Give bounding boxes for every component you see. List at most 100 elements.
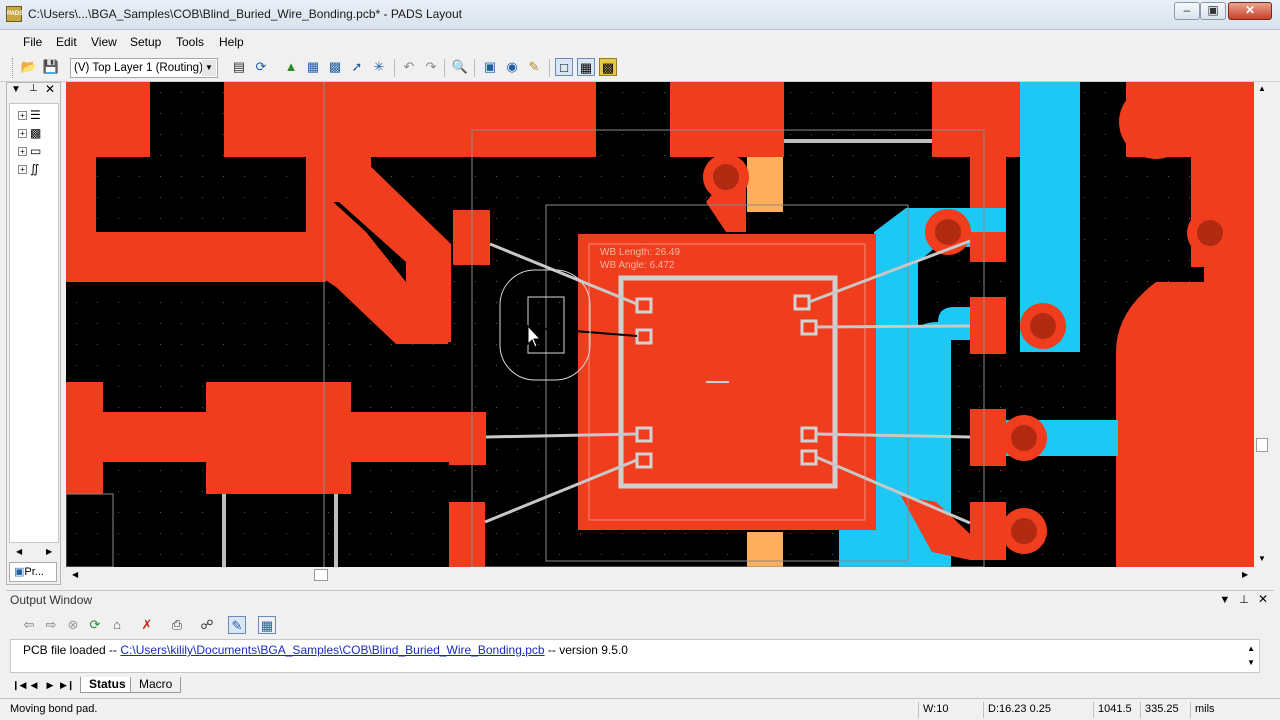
part-icon: ▭ [30,144,42,158]
horizontal-scroll-thumb[interactable] [314,569,328,581]
menu-edit[interactable]: Edit [56,35,77,49]
vertical-scrollbar[interactable]: ▲ ▼ [1254,82,1270,567]
menu-setup[interactable]: Setup [130,35,161,49]
next-tab-icon[interactable]: ▶ [44,679,56,691]
menu-help[interactable]: Help [219,35,244,49]
output-log: PCB file loaded -- C:\Users\kilily\Docum… [10,639,1260,673]
save-icon[interactable]: 💾 [42,58,60,76]
output-window-controls: ▼ ⊥ ✕ [1219,592,1268,606]
toolbar-separator [474,59,475,77]
status-units: mils [1190,702,1215,718]
grid-icon[interactable]: ▦ [304,58,322,76]
last-tab-icon[interactable]: ▶❙ [60,679,74,691]
properties-icon[interactable]: ▤ [230,58,248,76]
pcb-drawing[interactable]: WB Length: 26.49 WB Angle: 6.472 [66,82,1254,567]
expand-icon[interactable]: + [18,146,27,156]
expand-icon[interactable]: + [18,110,27,120]
toolbar-separator [549,59,550,77]
redraw-icon[interactable]: ✎ [525,58,543,76]
scroll-left-icon[interactable]: ◀ [72,570,78,579]
view-extents-icon[interactable]: ▣ [481,58,499,76]
wb-angle-text: WB Angle: 6.472 [600,260,675,271]
status-bar: Moving bond pad. W:10 D:16.23 0.25 1041.… [0,698,1280,720]
project-tab[interactable]: ▣Pr... [9,562,57,582]
pads-app-icon: PADS [6,6,23,22]
line-icon[interactable]: ➚ [348,58,366,76]
redo-icon[interactable]: ↷ [422,58,440,76]
forward-icon[interactable]: ⇨ [42,616,60,634]
close-icon[interactable]: ✕ [45,82,55,96]
toolbar-grip[interactable] [12,58,15,78]
tree-item-parts[interactable]: + ▭ [18,144,41,160]
expand-icon[interactable]: + [18,128,27,138]
status-width: W:10 [918,702,948,718]
file-path-link[interactable]: C:\Users\kilily\Documents\BGA_Samples\CO… [120,643,544,657]
router-mode-icon[interactable]: ▦ [577,58,595,76]
nets-icon: ∬ [30,162,40,176]
horizontal-scrollbar[interactable]: ◀ ▶ [66,567,1254,583]
scroll-down-icon[interactable]: ▼ [1247,658,1255,667]
pin-icon[interactable]: ⊥ [29,83,38,94]
table-icon[interactable]: ▦ [258,616,276,634]
clear-icon[interactable]: ✗ [138,616,156,634]
tree-item-nets[interactable]: + ∬ [18,162,39,178]
chevron-down-icon[interactable]: ▼ [1219,594,1230,606]
close-icon[interactable]: ✕ [1258,592,1268,606]
view-board-icon[interactable]: ◉ [503,58,521,76]
close-button[interactable]: ✕ [1228,2,1272,20]
layout-mode-icon[interactable]: □ [555,58,573,76]
open-file-icon[interactable]: 📂 [20,58,38,76]
expand-icon[interactable]: + [18,164,27,174]
project-icon: ▣ [14,566,25,578]
tab-macro[interactable]: Macro [130,677,182,693]
scroll-up-icon[interactable]: ▲ [1247,644,1255,653]
log-suffix: -- version 9.5.0 [544,643,628,657]
tab-status[interactable]: Status [80,677,135,693]
output-window-title: Output Window [10,593,93,607]
scroll-right-icon[interactable]: ▶ [46,547,52,556]
layer-select[interactable]: (V) Top Layer 1 (Routing) ▼ [70,58,218,78]
project-explorer-panel: ▼ ⊥ ✕ + ☰ + ▩ + ▭ + ∬ ◀ ▶ ▣Pr... [6,82,61,585]
back-icon[interactable]: ⇦ [20,616,38,634]
title-bar: PADS C:\Users\...\BGA_Samples\COB\Blind_… [0,0,1280,30]
find-icon[interactable]: ☍ [198,616,216,634]
prev-tab-icon[interactable]: ◀ [28,679,40,691]
tree-item-layers[interactable]: + ☰ [18,108,41,124]
project-tab-label: Pr... [24,566,44,578]
status-x-coordinate: 1041.5 [1093,702,1132,718]
menu-file[interactable]: File [23,35,42,49]
pcb-design-canvas[interactable]: WB Length: 26.49 WB Angle: 6.472 [66,82,1254,567]
chevron-down-icon[interactable]: ▼ [202,60,216,76]
pin-icon[interactable]: ⊥ [1239,594,1249,606]
design-mode-icon[interactable]: ▩ [599,58,617,76]
first-tab-icon[interactable]: ❙◀ [12,679,26,691]
minimize-button[interactable]: – [1174,2,1200,20]
status-y-coordinate: 335.25 [1140,702,1179,718]
edit-icon[interactable]: ✎ [228,616,246,634]
vertical-scroll-thumb[interactable] [1256,438,1268,452]
chevron-down-icon[interactable]: ▼ [11,84,21,95]
undo-icon[interactable]: ↶ [400,58,418,76]
route-icon[interactable]: ▲ [282,58,300,76]
scroll-down-icon[interactable]: ▼ [1258,554,1266,563]
refresh-icon[interactable]: ⟳ [252,58,270,76]
scroll-up-icon[interactable]: ▲ [1258,84,1266,93]
board-icon[interactable]: ▩ [326,58,344,76]
status-delta: D:16.23 0.25 [983,702,1051,718]
maximize-button[interactable]: ▣ [1200,2,1226,20]
zoom-icon[interactable]: 🔍 [451,58,469,76]
refresh-icon[interactable]: ⟳ [86,616,104,634]
home-icon[interactable]: ⌂ [108,616,126,634]
scroll-right-icon[interactable]: ▶ [1242,570,1248,579]
scroll-left-icon[interactable]: ◀ [16,547,22,556]
status-message: Moving bond pad. [10,703,98,715]
print-icon[interactable]: ⎙ [168,616,186,634]
panel-header: ▼ ⊥ ✕ [7,82,60,97]
stop-icon[interactable]: ⊗ [64,616,82,634]
tree-item-components[interactable]: + ▩ [18,126,41,142]
menu-tools[interactable]: Tools [176,35,204,49]
menu-view[interactable]: View [91,35,117,49]
via-icon[interactable]: ✳ [370,58,388,76]
wb-length-text: WB Length: 26.49 [600,247,680,258]
toolbar-separator [394,59,395,77]
